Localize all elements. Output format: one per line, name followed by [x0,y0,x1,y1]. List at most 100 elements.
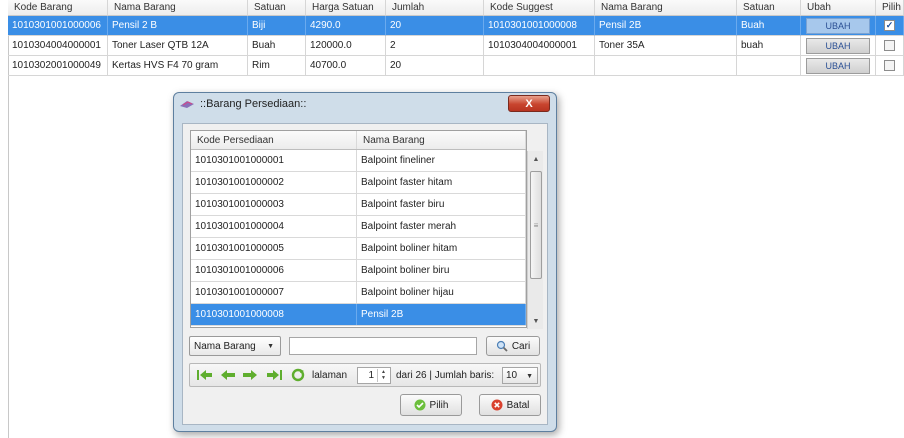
cell-kode-barang[interactable]: 1010304004000001 [8,36,108,56]
col-header-nama-barang-suggest[interactable]: Nama Barang [595,0,737,16]
cell-nama-barang[interactable]: Pensil 2B [357,304,526,325]
cell-nama-barang[interactable]: Pensil 2 B [108,16,248,36]
col-header-nama-barang[interactable]: Nama Barang [357,131,526,149]
cell-kode-barang[interactable]: 1010301001000006 [8,16,108,36]
cell-harga-satuan[interactable]: 40700.0 [306,56,386,76]
cell-kode-persediaan[interactable]: 1010301001000004 [191,216,358,237]
halaman-label: lalaman [312,370,348,381]
cell-satuan[interactable]: Biji [248,16,306,36]
table-row[interactable]: 1010301001000006 Pensil 2 B Biji 4290.0 20 10… [8,16,904,36]
cell-kode-barang[interactable]: 1010302001000049 [8,56,108,76]
col-header-kode-persediaan[interactable]: Kode Persediaan [191,131,358,149]
cell-nama-barang[interactable]: Balpoint boliner hitam [357,238,526,259]
cell-pilih: ✓ [876,16,904,36]
first-page-icon[interactable] [197,368,213,382]
col-header-kode-suggest[interactable]: Kode Suggest [484,0,595,16]
col-header-kode-barang[interactable]: Kode Barang [8,0,108,16]
cell-nama-barang[interactable]: Kertas HVS F4 70 gram [108,56,248,76]
cell-kode-suggest[interactable]: 1010304004000001 [484,36,595,56]
cell-nama-barang[interactable]: Balpoint boliner hijau [357,282,526,303]
cell-ubah: UBAH [801,16,876,36]
refresh-icon[interactable] [290,368,306,382]
cell-nama-barang[interactable]: Balpoint boliner biru [357,260,526,281]
dialog-titlebar[interactable]: ::Barang Persediaan:: X [174,93,556,115]
table-row[interactable]: 1010301001000006 Balpoint boliner biru [191,260,526,282]
ubah-button[interactable]: UBAH [806,17,870,34]
col-header-nama-barang[interactable]: Nama Barang [108,0,248,16]
table-row[interactable]: 1010301001000001 Balpoint fineliner [191,150,526,172]
cell-kode-persediaan[interactable]: 1010301001000003 [191,194,358,215]
barang-persediaan-dialog: ::Barang Persediaan:: X Kode Persediaan … [173,92,557,432]
search-row: Nama Barang ▼ Cari [189,335,541,357]
cell-nama-barang-suggest[interactable]: Pensil 2B [595,16,737,36]
col-header-ubah[interactable]: Ubah [801,0,876,16]
cell-satuan[interactable]: Buah [248,36,306,56]
table-row[interactable]: 1010304004000001 Toner Laser QTB 12A Buah 1… [8,36,904,56]
cell-harga-satuan[interactable]: 120000.0 [306,36,386,56]
cell-nama-barang-suggest[interactable]: Toner 35A [595,36,737,56]
cari-button[interactable]: Cari [486,336,540,356]
main-table: Kode Barang Nama Barang Satuan Harga Sat… [8,0,904,76]
cell-kode-persediaan[interactable]: 1010301001000002 [191,172,358,193]
spinner-arrows-icon[interactable]: ▲ ▼ [377,369,389,382]
last-page-icon[interactable] [266,368,282,382]
cell-nama-barang[interactable]: Toner Laser QTB 12A [108,36,248,56]
table-row[interactable]: 1010301001000008 Pensil 2B [191,304,526,326]
scroll-up-icon[interactable]: ▲ [528,151,544,167]
prev-page-icon[interactable] [220,368,236,382]
table-row[interactable]: 1010301001000004 Balpoint faster merah [191,216,526,238]
table-row[interactable]: 1010301001000005 Balpoint boliner hitam [191,238,526,260]
cell-jumlah[interactable]: 20 [386,56,484,76]
cell-satuan[interactable]: Rim [248,56,306,76]
search-input[interactable] [289,337,477,355]
cell-kode-persediaan[interactable]: 1010301001000008 [191,304,358,325]
cancel-circle-icon [491,399,503,411]
table-row[interactable]: 1010301001000002 Balpoint faster hitam [191,172,526,194]
cell-nama-barang[interactable]: Balpoint fineliner [357,150,526,171]
rows-per-page-select[interactable]: 10 ▼ [502,367,538,384]
cell-kode-suggest[interactable] [484,56,595,76]
cell-jumlah[interactable]: 2 [386,36,484,56]
col-header-harga-satuan[interactable]: Harga Satuan [306,0,386,16]
table-row[interactable]: 1010301001000003 Balpoint faster biru [191,194,526,216]
col-header-satuan-suggest[interactable]: Satuan [737,0,801,16]
cell-nama-barang[interactable]: Balpoint faster hitam [357,172,526,193]
table-row[interactable]: 1010302001000049 Kertas HVS F4 70 gram Rim… [8,56,904,76]
ubah-button[interactable]: UBAH [806,57,870,74]
search-field-value: Nama Barang [194,340,256,352]
page-number-spinner[interactable]: 1 ▲ ▼ [357,367,391,384]
cell-satuan-suggest[interactable]: buah [737,36,801,56]
cell-kode-persediaan[interactable]: 1010301001000007 [191,282,358,303]
col-header-satuan[interactable]: Satuan [248,0,306,16]
cell-satuan-suggest[interactable] [737,56,801,76]
cell-nama-barang[interactable]: Balpoint faster merah [357,216,526,237]
scroll-thumb[interactable]: ≡ [530,171,542,279]
pilih-button[interactable]: Pilih [400,394,462,416]
cell-kode-persediaan[interactable]: 1010301001000005 [191,238,358,259]
batal-button[interactable]: Batal [479,394,541,416]
ubah-button[interactable]: UBAH [806,37,870,54]
cell-nama-barang[interactable]: Balpoint faster biru [357,194,526,215]
cell-kode-persediaan[interactable]: 1010301001000006 [191,260,358,281]
cell-kode-persediaan[interactable]: 1010301001000001 [191,150,358,171]
col-header-pilih[interactable]: Pilih [876,0,904,16]
dialog-title: ::Barang Persediaan:: [200,98,307,110]
cell-harga-satuan[interactable]: 4290.0 [306,16,386,36]
table-row[interactable]: 1010301001000007 Balpoint boliner hijau [191,282,526,304]
cell-jumlah[interactable]: 20 [386,16,484,36]
cell-kode-suggest[interactable]: 1010301001000008 [484,16,595,36]
next-page-icon[interactable] [242,368,258,382]
main-table-header: Kode Barang Nama Barang Satuan Harga Sat… [8,0,904,16]
search-field-select[interactable]: Nama Barang ▼ [189,336,281,356]
col-header-jumlah[interactable]: Jumlah [386,0,484,16]
cell-satuan-suggest[interactable]: Buah [737,16,801,36]
cell-nama-barang-suggest[interactable] [595,56,737,76]
scroll-down-icon[interactable]: ▼ [528,313,544,329]
pilih-checkbox[interactable]: ✓ [884,20,895,31]
close-button[interactable]: X [508,95,550,112]
table-scrollbar[interactable]: ▲ ≡ ▼ [527,151,543,329]
chevron-down-icon: ▼ [267,343,274,350]
pilih-checkbox[interactable] [884,60,895,71]
pilih-checkbox[interactable] [884,40,895,51]
search-icon [496,340,508,352]
